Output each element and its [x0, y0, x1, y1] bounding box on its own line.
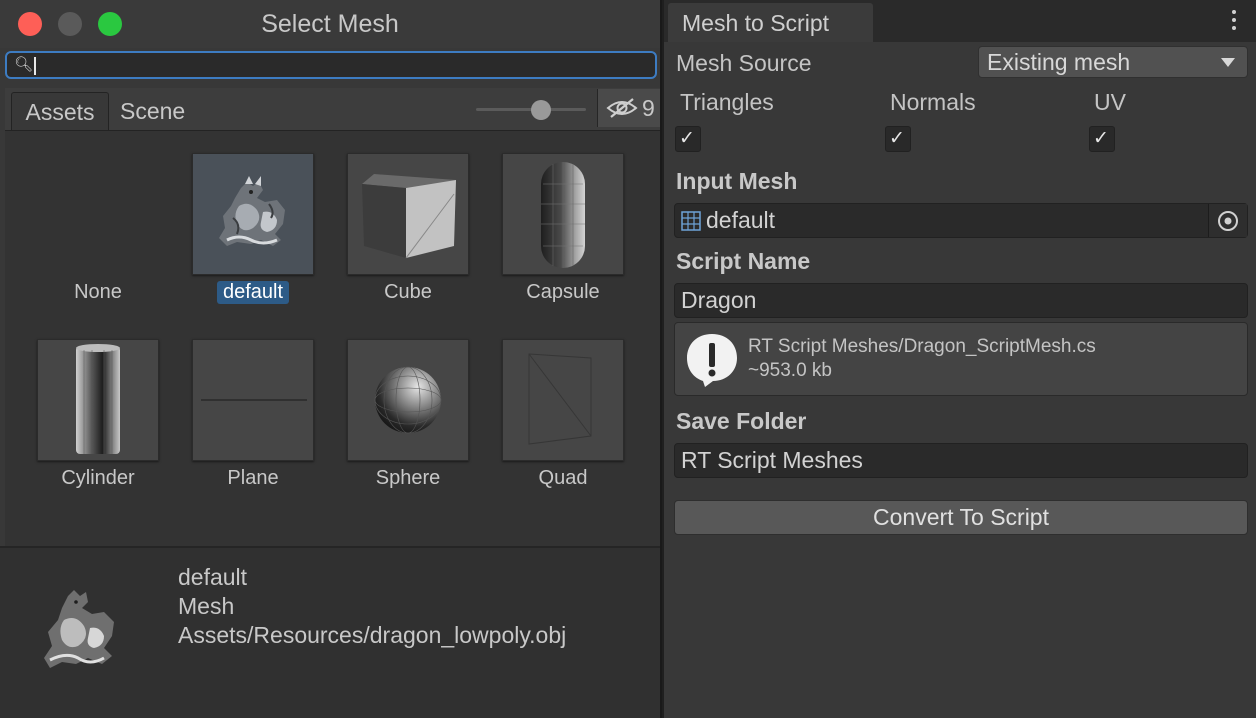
capsule-mesh-icon: [502, 153, 624, 275]
output-size: ~953.0 kb: [748, 360, 832, 381]
mesh-source-label: Mesh Source: [676, 50, 812, 76]
preview-name: default: [178, 564, 248, 590]
triangles-label: Triangles: [680, 89, 774, 115]
tab-scene[interactable]: Scene: [120, 92, 210, 130]
chevron-down-icon: [1221, 58, 1235, 67]
sphere-mesh-icon: [347, 339, 469, 461]
picker-tabbar: Assets Scene 9: [5, 88, 660, 131]
checkmark-icon: ✓: [1093, 128, 1109, 149]
item-label: Cylinder: [61, 467, 135, 489]
checkmark-icon: ✓: [679, 128, 695, 149]
mesh-grid-icon: [681, 211, 701, 231]
normals-checkbox[interactable]: ✓: [885, 126, 911, 152]
item-label: Capsule: [526, 281, 600, 303]
mesh-to-script-window: Mesh to Script Mesh Source Existing mesh…: [664, 0, 1256, 718]
window-title: Select Mesh: [261, 10, 399, 38]
tab-mesh-to-script[interactable]: Mesh to Script: [668, 3, 873, 42]
eye-slash-icon: [606, 98, 638, 118]
search-icon: 🔍︎: [14, 56, 34, 73]
zoom-slider-handle[interactable]: [531, 100, 551, 120]
info-helpbox: RT Script Meshes/Dragon_ScriptMesh.cs ~9…: [674, 322, 1248, 396]
hidden-count: 9: [642, 95, 655, 121]
script-name-input[interactable]: Dragon: [674, 283, 1248, 318]
preview-path: Assets/Resources/dragon_lowpoly.obj: [178, 622, 567, 648]
target-icon: [1218, 211, 1238, 231]
item-label: default: [172, 281, 334, 304]
plane-mesh-icon: [192, 339, 314, 461]
checkmark-icon: ✓: [889, 128, 905, 149]
more-options-icon[interactable]: [1230, 10, 1238, 34]
mesh-grid: None default Cube Capsule Cylinder Plane…: [5, 131, 660, 546]
uv-label: UV: [1094, 89, 1126, 115]
item-label: None: [74, 281, 122, 303]
object-picker-button[interactable]: [1208, 204, 1247, 237]
input-mesh-label: Input Mesh: [676, 168, 798, 194]
uv-checkbox[interactable]: ✓: [1089, 126, 1115, 152]
script-name-value: Dragon: [681, 287, 757, 313]
dragon-mesh-icon: [192, 153, 314, 275]
input-mesh-field[interactable]: default: [674, 203, 1248, 238]
cylinder-mesh-icon: [37, 339, 159, 461]
normals-label: Normals: [890, 89, 976, 115]
input-mesh-value: default: [706, 207, 776, 233]
preview-panel: default Mesh Assets/Resources/dragon_low…: [0, 548, 660, 718]
save-folder-input[interactable]: RT Script Meshes: [674, 443, 1248, 478]
save-folder-label: Save Folder: [676, 408, 807, 434]
tab-label: Mesh to Script: [682, 10, 829, 36]
select-mesh-window: Select Mesh 🔍︎ Assets Scene 9 None defau…: [0, 0, 662, 718]
item-label: Plane: [227, 467, 279, 489]
window-titlebar[interactable]: Select Mesh: [0, 0, 660, 48]
inspector-tabbar: Mesh to Script: [664, 0, 1256, 42]
mesh-source-dropdown[interactable]: Existing mesh: [978, 46, 1248, 78]
item-label: Quad: [538, 467, 588, 489]
info-speech-bubble-icon: [687, 334, 737, 387]
tab-assets[interactable]: Assets: [11, 92, 109, 130]
script-name-label: Script Name: [676, 248, 811, 274]
preview-type: Mesh: [178, 593, 235, 619]
item-label: Cube: [384, 281, 432, 303]
dragon-preview-icon: [38, 588, 130, 679]
item-label: Sphere: [375, 467, 441, 489]
triangles-checkbox[interactable]: ✓: [675, 126, 701, 152]
cube-mesh-icon: [347, 153, 469, 275]
save-folder-value: RT Script Meshes: [681, 447, 863, 473]
quad-mesh-icon: [502, 339, 624, 461]
output-path: RT Script Meshes/Dragon_ScriptMesh.cs: [748, 336, 1096, 357]
dropdown-value: Existing mesh: [987, 49, 1131, 75]
convert-to-script-button[interactable]: Convert To Script: [674, 500, 1248, 535]
search-input[interactable]: 🔍︎: [5, 51, 657, 79]
text-caret: [34, 57, 36, 75]
show-hidden-toggle[interactable]: 9: [597, 89, 660, 127]
